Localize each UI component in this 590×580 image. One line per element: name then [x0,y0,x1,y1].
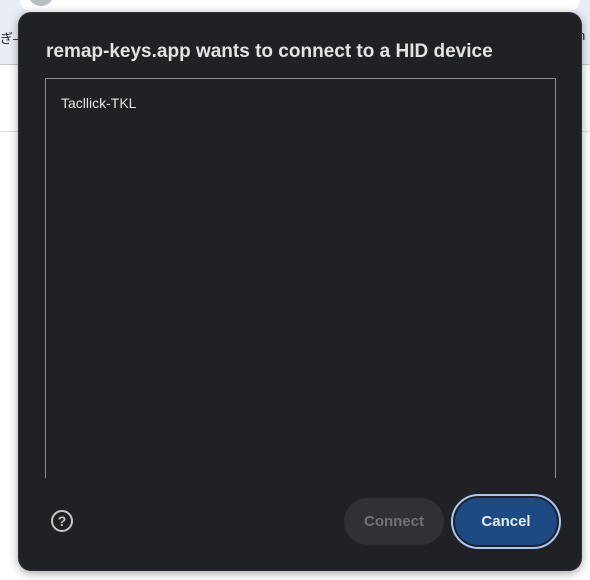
cancel-button[interactable]: Cancel [455,498,557,545]
device-list-item[interactable]: Tacllick-TKL [61,95,136,111]
address-bar[interactable] [20,0,580,12]
device-list[interactable]: Tacllick-TKL [45,78,556,478]
dialog-title: remap-keys.app wants to connect to a HID… [46,41,493,62]
connect-button[interactable]: Connect [344,498,444,545]
help-icon[interactable]: ? [51,510,73,532]
hid-device-chooser-dialog: remap-keys.app wants to connect to a HID… [19,13,581,570]
